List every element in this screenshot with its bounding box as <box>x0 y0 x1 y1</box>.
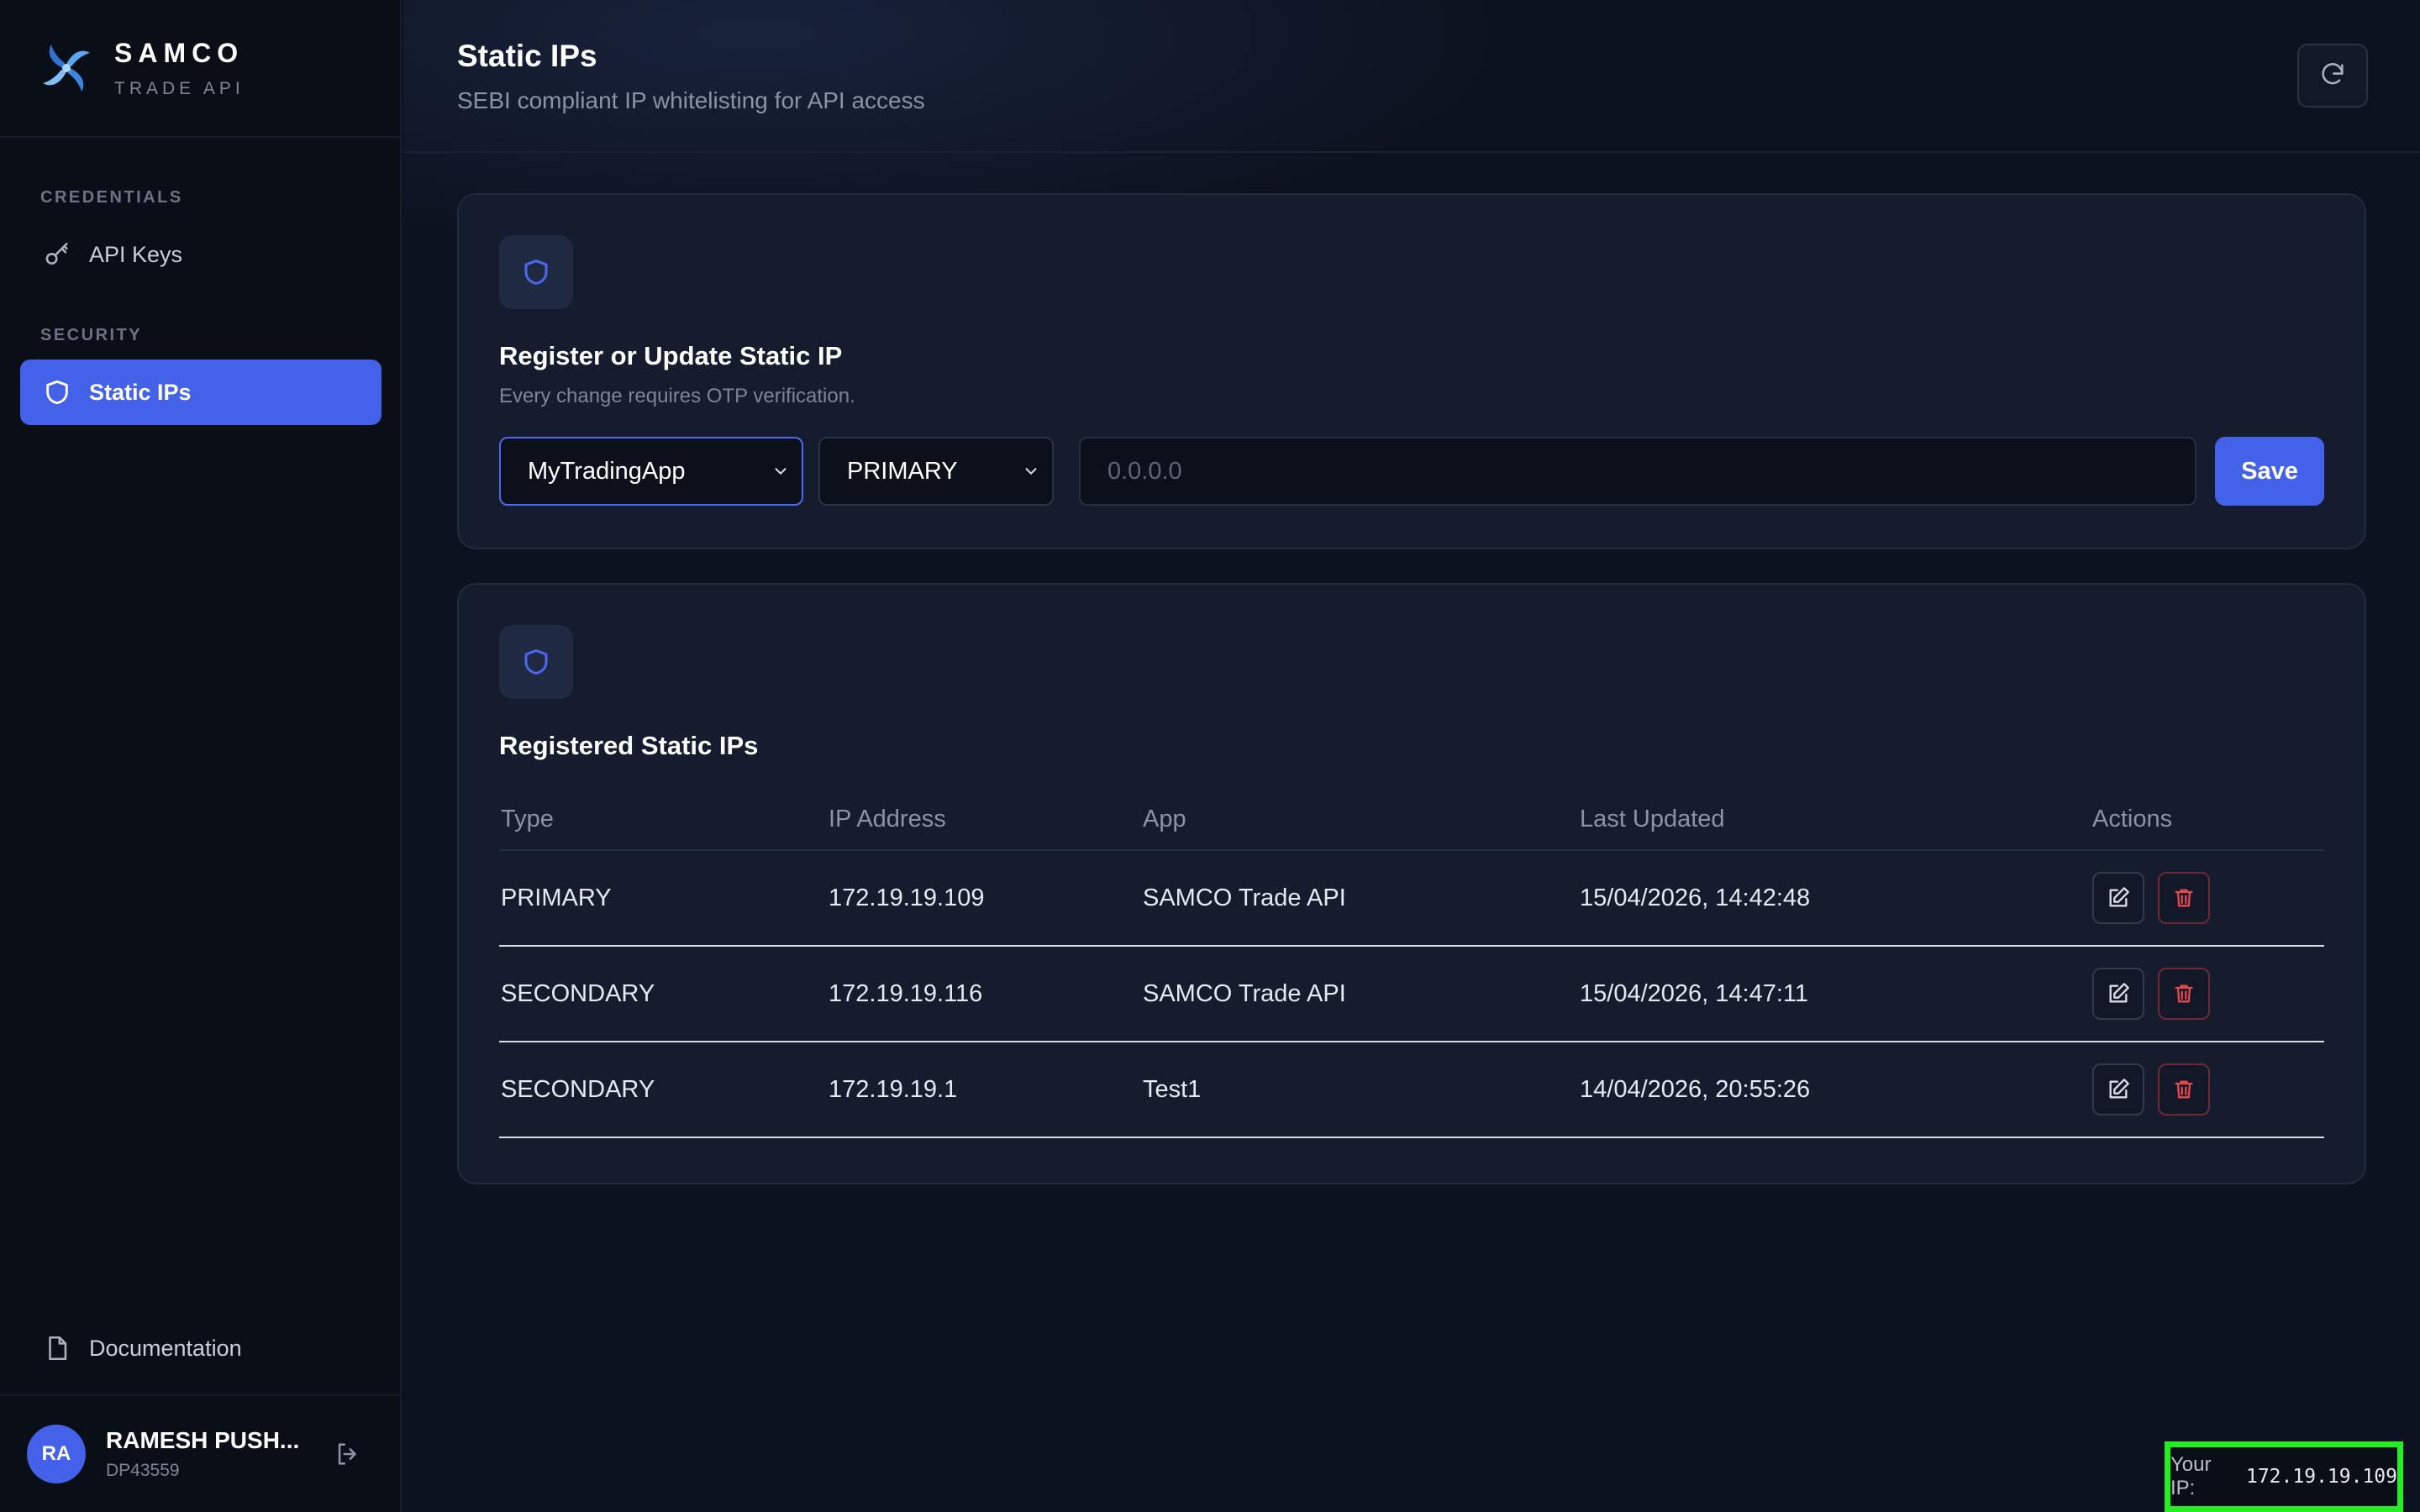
cell-type: SECONDARY <box>499 1042 827 1138</box>
chevron-down-icon <box>1025 468 1037 475</box>
user-id: DP43559 <box>106 1461 180 1480</box>
register-ip-card: Register or Update Static IP Every chang… <box>457 193 2366 549</box>
delete-button[interactable] <box>2158 872 2210 924</box>
edit-button[interactable] <box>2092 1063 2144 1116</box>
column-header-updated: Last Updated <box>1578 790 2091 851</box>
column-header-ip: IP Address <box>827 790 1141 851</box>
sidebar-item-documentation[interactable]: Documentation <box>20 1315 381 1381</box>
sidebar: SAMCO TRADE API CREDENTIALS API Keys SEC… <box>0 0 402 1512</box>
save-button[interactable]: Save <box>2215 437 2324 506</box>
edit-button[interactable] <box>2092 968 2144 1020</box>
your-ip-label: Your IP: <box>2170 1453 2212 1499</box>
edit-icon <box>2109 1079 2129 1099</box>
cell-app: SAMCO Trade API <box>1141 946 1578 1042</box>
page-title: Static IPs <box>457 39 597 73</box>
edit-icon <box>2109 983 2129 1003</box>
app-select[interactable]: MyTradingApp <box>499 437 803 506</box>
nav-section-security: SECURITY <box>40 326 143 344</box>
cell-updated: 15/04/2026, 14:47:11 <box>1578 946 2091 1042</box>
cell-ip: 172.19.19.109 <box>827 850 1141 947</box>
chevron-down-icon <box>775 468 786 475</box>
shield-icon <box>40 375 74 409</box>
table-row: PRIMARY 172.19.19.109 SAMCO Trade API 15… <box>499 850 2324 947</box>
cell-app: SAMCO Trade API <box>1141 850 1578 947</box>
trash-icon <box>2175 984 2193 1003</box>
document-icon <box>40 1331 74 1365</box>
trash-icon <box>2175 1080 2193 1099</box>
table-row: SECONDARY 172.19.19.116 SAMCO Trade API … <box>499 946 2324 1042</box>
shield-icon <box>499 625 573 699</box>
page-subtitle: SEBI compliant IP whitelisting for API a… <box>457 87 925 113</box>
ip-address-input[interactable] <box>1079 437 2196 506</box>
sidebar-item-api-keys[interactable]: API Keys <box>20 222 381 287</box>
page-header: Static IPs SEBI compliant IP whitelistin… <box>403 0 2420 153</box>
cell-actions <box>2091 946 2324 1042</box>
your-ip-badge: Your IP: 172.19.19.109 <box>2165 1441 2403 1512</box>
cell-ip: 172.19.19.116 <box>827 946 1141 1042</box>
edit-button[interactable] <box>2092 872 2144 924</box>
registered-card-title: Registered Static IPs <box>499 731 759 760</box>
app-select-value: MyTradingApp <box>528 457 686 485</box>
nav-section-credentials: CREDENTIALS <box>40 188 183 207</box>
static-ip-table: Type IP Address App Last Updated Actions… <box>499 790 2324 1138</box>
register-card-description: Every change requires OTP verification. <box>499 385 855 407</box>
table-header-row: Type IP Address App Last Updated Actions <box>499 790 2324 851</box>
main-content: Static IPs SEBI compliant IP whitelistin… <box>403 0 2420 1512</box>
column-header-type: Type <box>499 790 827 851</box>
registered-ips-card: Registered Static IPs Type IP Address Ap… <box>457 583 2366 1184</box>
table-row: SECONDARY 172.19.19.1 Test1 14/04/2026, … <box>499 1042 2324 1138</box>
samco-logo-icon <box>43 45 90 92</box>
delete-button[interactable] <box>2158 968 2210 1020</box>
cell-type: SECONDARY <box>499 946 827 1042</box>
brand: SAMCO TRADE API <box>0 0 400 138</box>
ip-type-select-value: PRIMARY <box>847 457 958 485</box>
cell-actions <box>2091 850 2324 947</box>
refresh-button[interactable] <box>2297 44 2368 108</box>
sidebar-item-label: Static IPs <box>89 379 192 405</box>
column-header-actions: Actions <box>2091 790 2324 851</box>
cell-type: PRIMARY <box>499 850 827 947</box>
ip-type-select[interactable]: PRIMARY <box>818 437 1054 506</box>
cell-updated: 14/04/2026, 20:55:26 <box>1578 1042 2091 1138</box>
your-ip-value: 172.19.19.109 <box>2245 1466 2397 1488</box>
key-icon <box>40 238 74 271</box>
logout-icon[interactable] <box>329 1436 366 1473</box>
register-card-title: Register or Update Static IP <box>499 341 843 370</box>
sidebar-item-label: API Keys <box>89 241 183 267</box>
sidebar-item-static-ips[interactable]: Static IPs <box>20 360 381 425</box>
sidebar-item-label: Documentation <box>89 1335 242 1361</box>
brand-name: SAMCO <box>114 37 245 68</box>
avatar: RA <box>27 1425 86 1483</box>
user-name: RAMESH PUSH... <box>106 1427 300 1453</box>
refresh-icon <box>2318 60 2347 92</box>
user-profile: RA RAMESH PUSH... DP43559 <box>0 1394 402 1512</box>
cell-app: Test1 <box>1141 1042 1578 1138</box>
shield-icon <box>499 235 573 309</box>
cell-actions <box>2091 1042 2324 1138</box>
trash-icon <box>2175 889 2193 907</box>
delete-button[interactable] <box>2158 1063 2210 1116</box>
cell-updated: 15/04/2026, 14:42:48 <box>1578 850 2091 947</box>
cell-ip: 172.19.19.1 <box>827 1042 1141 1138</box>
edit-icon <box>2109 887 2129 907</box>
column-header-app: App <box>1141 790 1578 851</box>
brand-subtitle: TRADE API <box>114 78 245 98</box>
